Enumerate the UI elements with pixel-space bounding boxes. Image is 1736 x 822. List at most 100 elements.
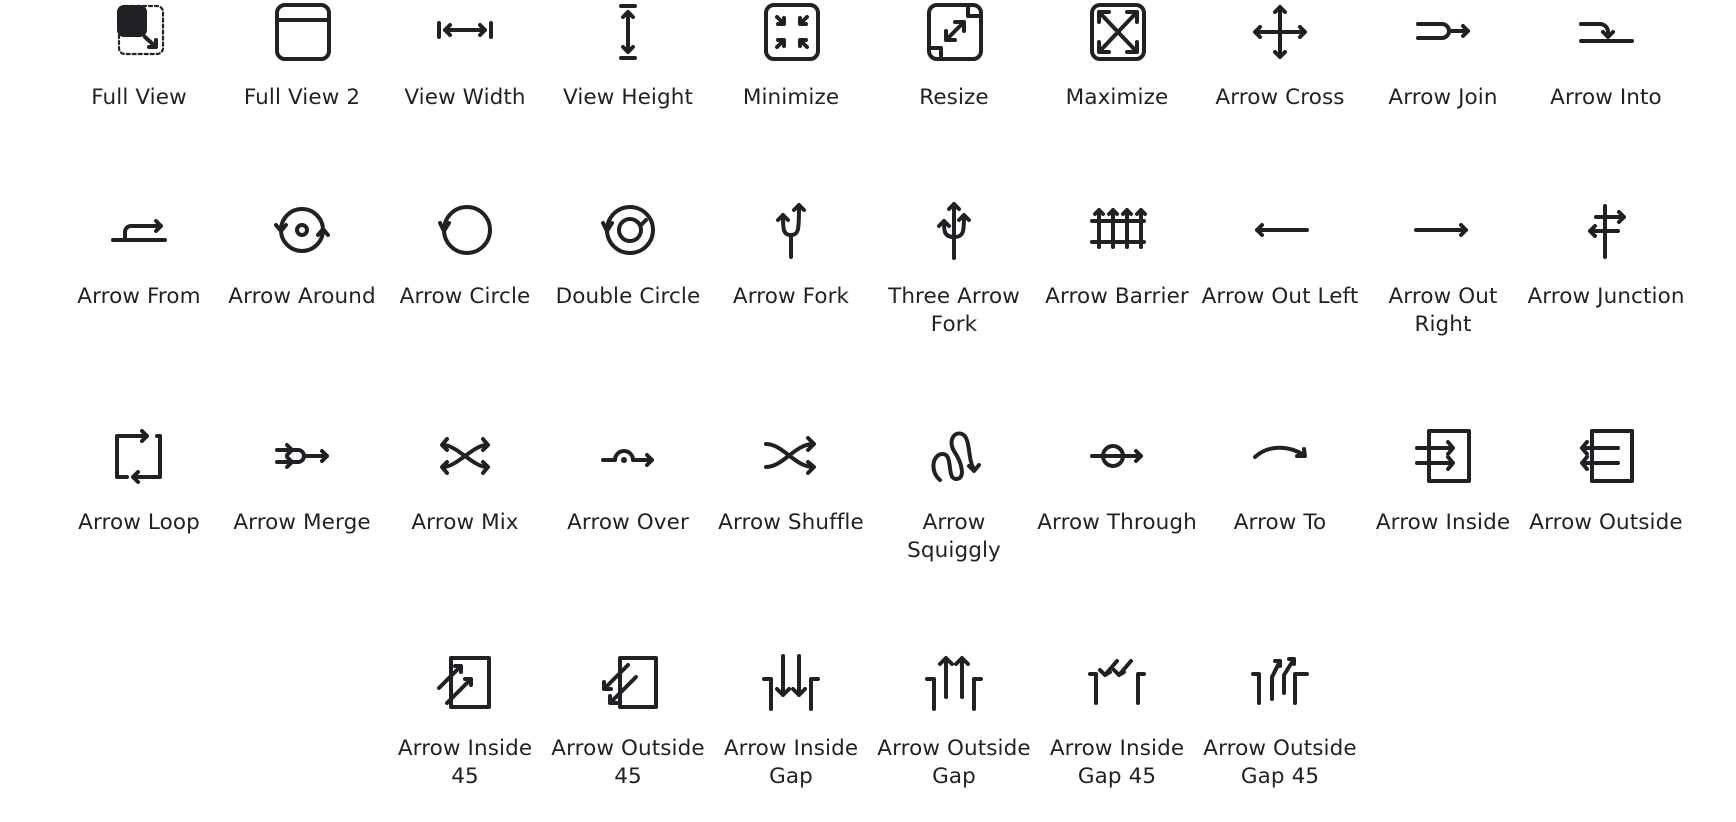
maximize-icon (1087, 2, 1147, 62)
icon-tile[interactable]: Arrow Outside Gap 45 (1200, 653, 1360, 791)
icon-tile[interactable]: Arrow Around (222, 201, 382, 311)
icon-tile[interactable]: View Width (385, 2, 545, 112)
icon-tile[interactable]: Arrow Out Right (1363, 201, 1523, 339)
icon-tile[interactable]: Arrow Loop (59, 427, 219, 537)
icon-tile[interactable]: Arrow To (1200, 427, 1360, 537)
three-arrow-fork-icon (924, 201, 984, 261)
icon-tile[interactable]: Arrow Inside (1363, 427, 1523, 537)
arrow-cross-icon (1250, 2, 1310, 62)
arrow-inside-gap-45-icon (1087, 653, 1147, 713)
icon-tile[interactable]: Arrow Barrier (1037, 201, 1197, 311)
icon-label: Arrow Over (567, 510, 689, 535)
icon-label: Arrow Outside 45 (551, 736, 705, 789)
arrow-around-icon (272, 201, 332, 261)
arrow-to-icon (1250, 427, 1310, 487)
arrow-fork-icon (761, 201, 821, 261)
icon-grid: Full View Full View 2 View Width View He… (0, 0, 1736, 822)
icon-label: Full View 2 (243, 85, 361, 110)
icon-tile[interactable]: Arrow Fork (711, 201, 871, 311)
arrow-junction-icon (1576, 201, 1636, 261)
icon-label: Arrow Out Left (1201, 284, 1359, 309)
icon-tile[interactable]: Arrow Inside Gap 45 (1037, 653, 1197, 791)
full-view-2-icon (272, 2, 332, 62)
double-circle-icon (598, 201, 658, 261)
icon-tile[interactable]: View Height (548, 2, 708, 112)
icon-label: Arrow Fork (732, 284, 850, 309)
icon-label: Arrow Inside Gap (723, 736, 859, 789)
icon-tile[interactable]: Arrow Junction (1526, 201, 1686, 311)
icon-label: Minimize (742, 85, 840, 110)
icon-label: Arrow Squiggly (907, 510, 1001, 563)
icon-label: Resize (919, 85, 989, 110)
icon-label: Arrow Junction (1527, 284, 1685, 309)
full-view-icon (109, 2, 169, 62)
icon-tile[interactable]: Arrow From (59, 201, 219, 311)
icon-tile[interactable]: Arrow Through (1037, 427, 1197, 537)
icon-label: Double Circle (555, 284, 701, 309)
icon-label: Arrow Circle (399, 284, 531, 309)
icon-label: Arrow Merge (233, 510, 371, 535)
arrow-outside-gap-45-icon (1250, 653, 1310, 713)
icon-tile[interactable]: Arrow Cross (1200, 2, 1360, 112)
icon-label: Arrow Outside Gap 45 (1203, 736, 1357, 789)
icon-label: View Width (404, 85, 526, 110)
icon-label: Full View (91, 85, 187, 110)
icon-tile[interactable]: Maximize (1037, 2, 1197, 112)
arrow-loop-icon (109, 427, 169, 487)
arrow-out-right-icon (1413, 201, 1473, 261)
icon-label: Arrow Into (1550, 85, 1662, 110)
icon-tile[interactable]: Arrow Outside Gap (874, 653, 1034, 791)
arrow-through-icon (1087, 427, 1147, 487)
icon-tile[interactable]: Resize (874, 2, 1034, 112)
icon-tile[interactable]: Arrow Merge (222, 427, 382, 537)
icon-tile[interactable]: Arrow Join (1363, 2, 1523, 112)
view-width-icon (435, 2, 495, 62)
icon-label: Three Arrow Fork (888, 284, 1020, 337)
minimize-icon (761, 2, 821, 62)
view-height-icon (598, 2, 658, 62)
icon-tile[interactable]: Arrow Mix (385, 427, 545, 537)
icon-tile[interactable]: Arrow Into (1526, 2, 1686, 112)
icon-label: Arrow Outside Gap (877, 736, 1031, 789)
icon-label: Arrow Shuffle (718, 510, 864, 535)
icon-tile[interactable]: Full View (59, 2, 219, 112)
icon-tile[interactable]: Arrow Inside Gap (711, 653, 871, 791)
icon-tile[interactable]: Full View 2 (222, 2, 382, 112)
icon-label: Arrow Inside 45 (397, 736, 533, 789)
arrow-from-icon (109, 201, 169, 261)
icon-tile[interactable]: Arrow Shuffle (711, 427, 871, 537)
icon-label: Arrow Outside (1529, 510, 1683, 535)
arrow-outside-gap-icon (924, 653, 984, 713)
icon-label: Arrow To (1233, 510, 1327, 535)
icon-tile[interactable]: Arrow Circle (385, 201, 545, 311)
icon-label: Arrow From (77, 284, 201, 309)
icon-tile[interactable]: Arrow Outside 45 (548, 653, 708, 791)
icon-label: Arrow Join (1388, 85, 1498, 110)
arrow-mix-icon (435, 427, 495, 487)
arrow-circle-icon (435, 201, 495, 261)
icon-label: View Height (562, 85, 694, 110)
arrow-inside-45-icon (435, 653, 495, 713)
icon-label: Arrow Cross (1215, 85, 1345, 110)
icon-label: Arrow Through (1037, 510, 1197, 535)
icon-label: Arrow Inside (1375, 510, 1511, 535)
icon-tile[interactable]: Arrow Inside 45 (385, 653, 545, 791)
icon-tile[interactable]: Three Arrow Fork (874, 201, 1034, 339)
arrow-outside-icon (1576, 427, 1636, 487)
arrow-merge-icon (272, 427, 332, 487)
icon-label: Arrow Around (228, 284, 376, 309)
icon-tile[interactable]: Minimize (711, 2, 871, 112)
icon-tile[interactable]: Double Circle (548, 201, 708, 311)
icon-label: Arrow Out Right (1388, 284, 1498, 337)
icon-tile[interactable]: Arrow Out Left (1200, 201, 1360, 311)
arrow-inside-gap-icon (761, 653, 821, 713)
icon-label: Arrow Inside Gap 45 (1049, 736, 1185, 789)
resize-icon (924, 2, 984, 62)
icon-tile[interactable]: Arrow Over (548, 427, 708, 537)
icon-tile[interactable]: Arrow Squiggly (874, 427, 1034, 565)
arrow-join-icon (1413, 2, 1473, 62)
icon-label: Arrow Barrier (1045, 284, 1189, 309)
icon-label: Maximize (1065, 85, 1169, 110)
arrow-barrier-icon (1087, 201, 1147, 261)
icon-tile[interactable]: Arrow Outside (1526, 427, 1686, 537)
